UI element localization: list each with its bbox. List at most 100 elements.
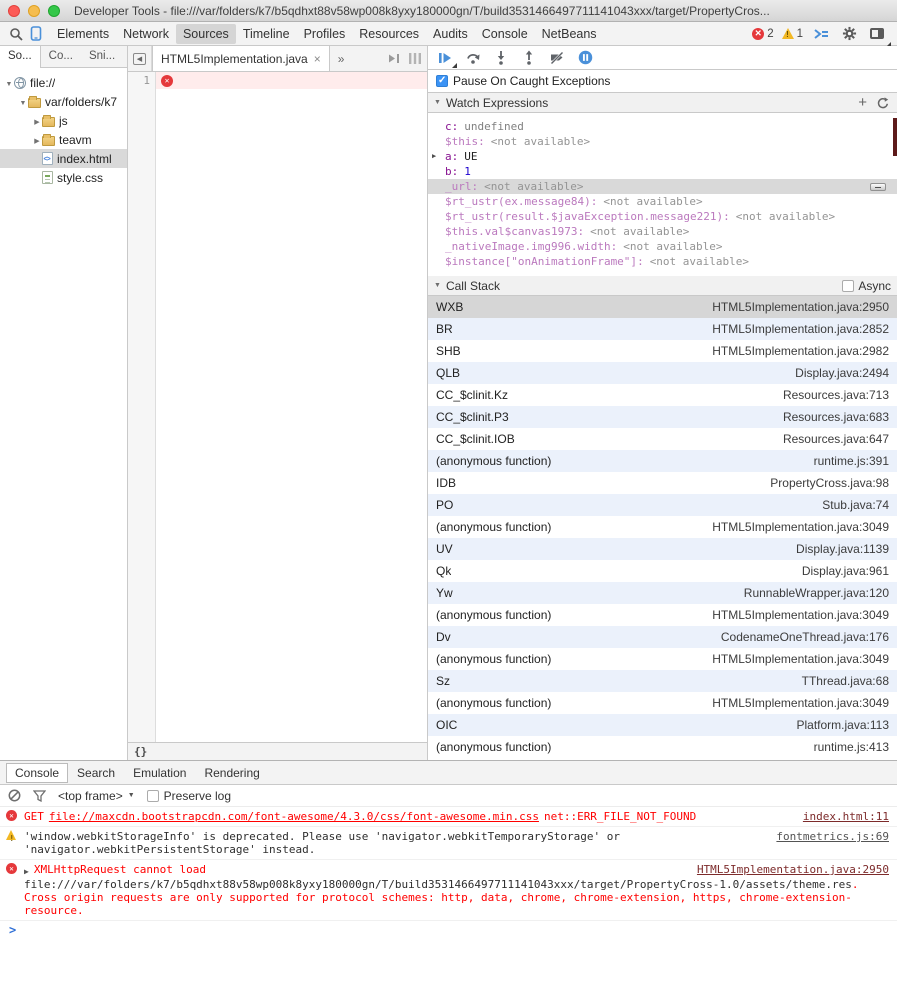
refresh-watch-expressions-button[interactable] — [877, 97, 889, 109]
tab-timeline[interactable]: Timeline — [236, 24, 297, 44]
add-watch-expression-button[interactable] — [858, 95, 867, 110]
file-tree-item[interactable]: js — [0, 111, 127, 130]
watch-expression-row[interactable]: b 1 — [428, 164, 897, 179]
code-editor[interactable]: 1 — [128, 72, 427, 742]
file-tree-item[interactable]: index.html — [0, 149, 127, 168]
tab-audits[interactable]: Audits — [426, 24, 475, 44]
watch-expression-row[interactable]: _url <not available> — [428, 179, 897, 194]
tab-network[interactable]: Network — [116, 24, 176, 44]
call-stack-frame[interactable]: IDB PropertyCross.java:98 — [428, 472, 897, 494]
call-stack-frame[interactable]: SHB HTML5Implementation.java:2982 — [428, 340, 897, 362]
call-stack-frame[interactable]: QLB Display.java:2494 — [428, 362, 897, 384]
call-stack-frame[interactable]: OIC Platform.java:113 — [428, 714, 897, 736]
pause-on-caught-checkbox[interactable] — [436, 75, 448, 87]
call-stack-frame[interactable]: Qk Display.java:961 — [428, 560, 897, 582]
step-into-button[interactable] — [488, 48, 514, 68]
watch-expression-row[interactable]: $rt_ustr(result.$javaException.message22… — [428, 209, 897, 224]
file-tree-item[interactable]: style.css — [0, 168, 127, 187]
watch-expression-row[interactable]: $this.val$canvas1973 <not available> — [428, 224, 897, 239]
source-location-link[interactable]: index.html:11 — [789, 810, 889, 823]
watch-expression-row[interactable]: _nativeImage.img996.width <not available… — [428, 239, 897, 254]
call-stack-frame[interactable]: UV Display.java:1139 — [428, 538, 897, 560]
call-stack-frame[interactable]: WXB HTML5Implementation.java:2950 — [428, 296, 897, 318]
drawer-tab-rendering[interactable]: Rendering — [195, 763, 268, 783]
remove-watch-expression-button[interactable] — [870, 183, 886, 191]
tab-profiles[interactable]: Profiles — [297, 24, 353, 44]
call-stack-frame[interactable]: PO Stub.java:74 — [428, 494, 897, 516]
async-checkbox[interactable] — [842, 280, 854, 292]
call-stack-frame[interactable]: CC_$clinit.Kz Resources.java:713 — [428, 384, 897, 406]
call-stack-frame[interactable]: Yw RunnableWrapper.java:120 — [428, 582, 897, 604]
disclosure-triangle-icon[interactable] — [32, 116, 42, 126]
watch-expressions-header[interactable]: Watch Expressions — [428, 93, 897, 113]
tab-sources[interactable]: Sources — [176, 24, 236, 44]
navigator-tab-sources[interactable]: So... — [0, 46, 41, 68]
pause-on-exceptions-button[interactable] — [572, 48, 598, 68]
file-tree-item[interactable]: var/folders/k7 — [0, 92, 127, 111]
call-stack-frame[interactable]: CC_$clinit.IOB Resources.java:647 — [428, 428, 897, 450]
step-over-button[interactable] — [460, 48, 486, 68]
call-stack-frame[interactable]: Sz TThread.java:68 — [428, 670, 897, 692]
clear-console-icon[interactable] — [8, 789, 21, 802]
request-url-link[interactable]: file://maxcdn.bootstrapcdn.com/font-awes… — [49, 810, 539, 823]
source-location-link[interactable]: fontmetrics.js:69 — [762, 830, 889, 843]
preserve-log-checkbox[interactable] — [147, 790, 159, 802]
disclosure-triangle-icon[interactable] — [32, 135, 42, 145]
watch-expression-row[interactable]: $instance["onAnimationFrame"] <not avail… — [428, 254, 897, 269]
console-prompt[interactable]: > — [0, 921, 897, 928]
tab-overflow-icon[interactable]: » — [330, 46, 353, 71]
deactivate-breakpoints-button[interactable] — [544, 48, 570, 68]
error-count-badge[interactable]: ✕ 2 — [752, 28, 773, 40]
call-stack-frame[interactable]: (anonymous function) HTML5Implementation… — [428, 692, 897, 714]
navigator-tab-content-scripts[interactable]: Co... — [41, 46, 81, 67]
watch-expression-row[interactable]: $rt_ustr(ex.message84) <not available> — [428, 194, 897, 209]
navigator-tab-snippets[interactable]: Sni... — [81, 46, 123, 67]
disclosure-triangle-icon[interactable] — [18, 97, 28, 107]
zoom-window-button[interactable] — [48, 5, 60, 17]
dock-side-icon[interactable] — [867, 24, 887, 44]
toggle-navigator-icon[interactable]: ◀ — [128, 46, 152, 71]
drawer-tab-emulation[interactable]: Emulation — [124, 763, 195, 783]
call-stack-frame[interactable]: BR HTML5Implementation.java:2852 — [428, 318, 897, 340]
call-stack-frame[interactable]: Dv CodenameOneThread.java:176 — [428, 626, 897, 648]
panes-icon[interactable] — [409, 53, 421, 64]
close-window-button[interactable] — [8, 5, 20, 17]
show-console-drawer-icon[interactable] — [811, 24, 831, 44]
tab-netbeans[interactable]: NetBeans — [535, 24, 604, 44]
tab-resources[interactable]: Resources — [352, 24, 426, 44]
disclosure-triangle-icon[interactable] — [4, 78, 14, 88]
tab-elements[interactable]: Elements — [50, 24, 116, 44]
warning-count-badge[interactable]: 1 — [782, 28, 803, 40]
step-out-button[interactable] — [516, 48, 542, 68]
call-stack-frame[interactable]: (anonymous function) HTML5Implementation… — [428, 516, 897, 538]
call-stack-frame[interactable]: (anonymous function) runtime.js:413 — [428, 736, 897, 758]
expand-message-icon[interactable] — [24, 865, 29, 878]
minimize-window-button[interactable] — [28, 5, 40, 17]
show-drawer-icon[interactable] — [388, 53, 401, 64]
watch-expression-row[interactable]: c undefined — [428, 119, 897, 134]
drawer-tab-search[interactable]: Search — [68, 763, 124, 783]
watch-expression-row[interactable]: $this <not available> — [428, 134, 897, 149]
call-stack-frame[interactable]: CC_$clinit.P3 Resources.java:683 — [428, 406, 897, 428]
watch-expression-row[interactable]: a UE — [428, 149, 897, 164]
expand-object-icon[interactable] — [432, 152, 436, 160]
call-stack-frame[interactable]: (anonymous function) HTML5Implementation… — [428, 648, 897, 670]
search-icon[interactable] — [6, 24, 26, 44]
line-error-icon[interactable] — [161, 75, 173, 87]
settings-gear-icon[interactable] — [839, 24, 859, 44]
frame-context-select[interactable]: <top frame> — [58, 789, 135, 803]
tab-console[interactable]: Console — [475, 24, 535, 44]
resume-button[interactable] — [432, 48, 458, 68]
call-stack-frame[interactable]: (anonymous function) HTML5Implementation… — [428, 604, 897, 626]
close-tab-icon[interactable] — [314, 53, 321, 65]
filter-icon[interactable] — [33, 790, 46, 802]
call-stack-header[interactable]: Call Stack Async — [428, 276, 897, 296]
pretty-print-icon[interactable]: {} — [134, 745, 147, 758]
drawer-tab-console[interactable]: Console — [6, 763, 68, 783]
file-tree-item[interactable]: teavm — [0, 130, 127, 149]
file-tree-item[interactable]: file:// — [0, 73, 127, 92]
call-stack-frame[interactable]: (anonymous function) runtime.js:391 — [428, 450, 897, 472]
editor-tab[interactable]: HTML5Implementation.java — [152, 46, 330, 71]
source-location-link[interactable]: HTML5Implementation.java:2950 — [683, 863, 889, 876]
device-mode-icon[interactable] — [26, 24, 46, 44]
